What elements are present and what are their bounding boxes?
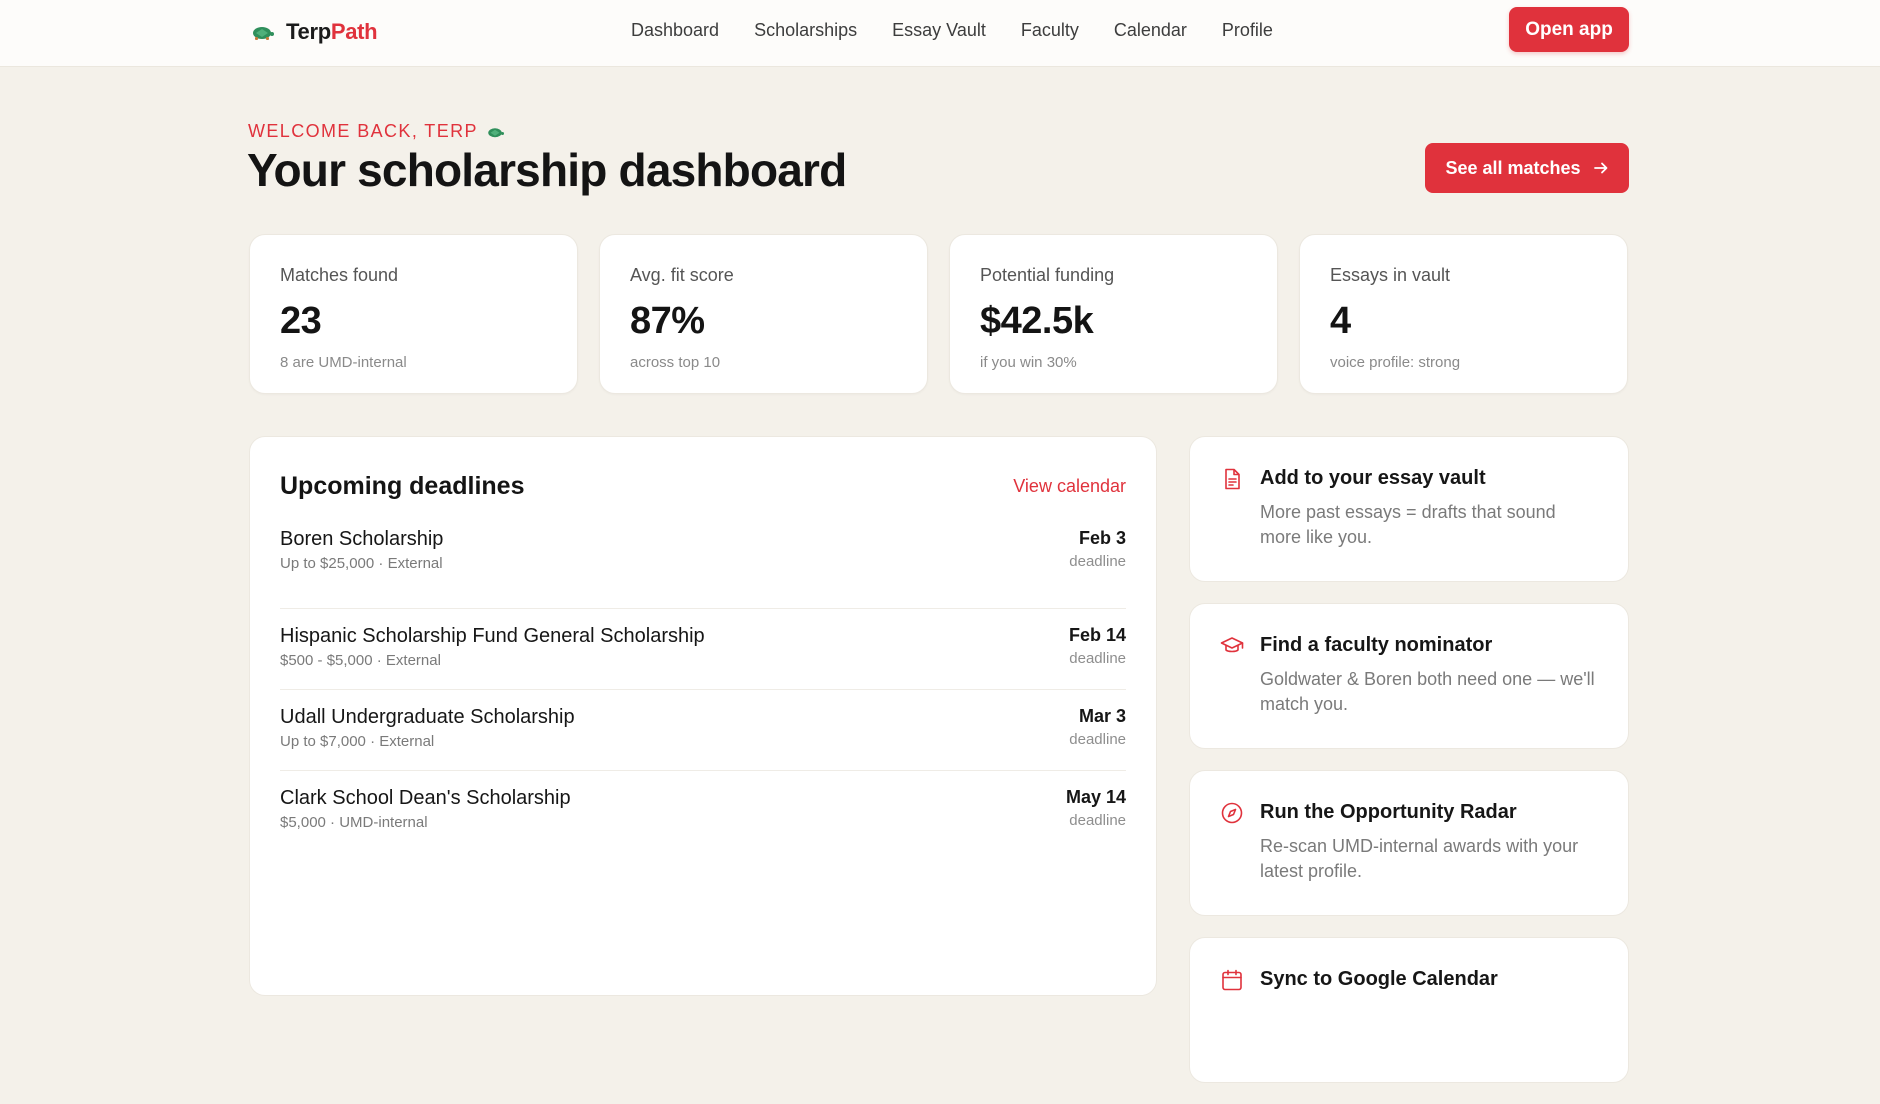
- action-description: Re-scan UMD-internal awards with your la…: [1260, 836, 1579, 881]
- action-title: Sync to Google Calendar: [1260, 968, 1498, 990]
- deadline-tag: deadline: [1069, 731, 1126, 748]
- stat-subtext: if you win 30%: [980, 354, 1077, 371]
- deadline-name: Boren Scholarship: [280, 528, 444, 550]
- stat-value: 23: [280, 300, 322, 342]
- stat-subtext: 8 are UMD-internal: [280, 354, 407, 371]
- stat-label: Matches found: [280, 265, 399, 285]
- action-title: Add to your essay vault: [1260, 467, 1486, 489]
- nav-calendar[interactable]: Calendar: [1114, 20, 1187, 41]
- stat-card-matches: Matches found 23 8 are UMD-internal: [249, 234, 578, 394]
- stat-value: $42.5k: [980, 300, 1094, 342]
- upcoming-deadlines-panel: Upcoming deadlines View calendar Boren S…: [249, 436, 1157, 996]
- deadlines-header: Upcoming deadlines View calendar: [280, 469, 1126, 503]
- top-navbar: TerpPath Dashboard Scholarships Essay Va…: [0, 0, 1880, 67]
- deadline-tag: deadline: [1069, 553, 1126, 570]
- nav-dashboard[interactable]: Dashboard: [631, 20, 719, 41]
- calendar-icon: [1222, 969, 1242, 991]
- deadline-meta: Up to $25,000 · External: [280, 555, 443, 572]
- deadline-row[interactable]: Clark School Dean's Scholarship $5,000 ·…: [280, 771, 1126, 852]
- action-title: Find a faculty nominator: [1260, 634, 1493, 656]
- action-description: More past essays = drafts that sound mor…: [1260, 502, 1556, 547]
- document-icon: [1225, 468, 1240, 490]
- stat-value: 87%: [630, 300, 705, 342]
- deadline-meta: $5,000 · UMD-internal: [280, 814, 428, 831]
- stat-subtext: across top 10: [630, 354, 721, 371]
- deadlines-title: Upcoming deadlines: [280, 471, 525, 500]
- quick-actions-sidebar: Add to your essay vault More past essays…: [1189, 436, 1629, 1104]
- nav-profile[interactable]: Profile: [1222, 20, 1273, 41]
- stat-value: 4: [1330, 300, 1351, 342]
- action-description: Goldwater & Boren both need one — we'll …: [1260, 669, 1595, 714]
- deadline-meta: $500 - $5,000 · External: [280, 652, 441, 669]
- brand-logo[interactable]: TerpPath: [250, 18, 378, 46]
- stat-card-funding: Potential funding $42.5k if you win 30%: [949, 234, 1278, 394]
- see-all-matches-button[interactable]: See all matches: [1425, 143, 1629, 193]
- action-card-opportunity-radar[interactable]: Run the Opportunity Radar Re-scan UMD-in…: [1189, 770, 1629, 916]
- deadline-date: Feb 3: [1078, 528, 1126, 548]
- open-app-button[interactable]: Open app: [1509, 7, 1629, 52]
- welcome-eyebrow: WELCOME BACK, TERP: [248, 121, 504, 142]
- deadline-name: Udall Undergraduate Scholarship: [280, 706, 575, 728]
- deadline-tag: deadline: [1069, 650, 1126, 667]
- deadline-row[interactable]: Hispanic Scholarship Fund General Schola…: [280, 609, 1126, 690]
- deadline-date: Mar 3: [1078, 706, 1126, 726]
- view-calendar-link[interactable]: View calendar: [1013, 476, 1126, 497]
- nav-faculty[interactable]: Faculty: [1021, 20, 1079, 41]
- deadline-row[interactable]: Udall Undergraduate Scholarship Up to $7…: [280, 690, 1126, 771]
- page-title: Your scholarship dashboard: [247, 144, 847, 196]
- see-all-matches-label: See all matches: [1445, 157, 1581, 178]
- stat-label: Essays in vault: [1330, 265, 1451, 285]
- stat-label: Avg. fit score: [630, 265, 734, 285]
- deadline-meta: Up to $7,000 · External: [280, 733, 435, 750]
- action-card-google-calendar[interactable]: Sync to Google Calendar: [1189, 937, 1629, 1083]
- deadline-row[interactable]: Boren Scholarship Up to $25,000 · Extern…: [280, 528, 1126, 609]
- welcome-text: WELCOME BACK, TERP: [248, 121, 478, 141]
- stat-card-essays: Essays in vault 4 voice profile: strong: [1299, 234, 1628, 394]
- deadline-date: Feb 14: [1068, 625, 1126, 645]
- deadline-tag: deadline: [1069, 812, 1126, 829]
- action-title: Run the Opportunity Radar: [1260, 801, 1517, 823]
- brand-name-part1: Terp: [286, 19, 331, 44]
- stat-card-fit-score: Avg. fit score 87% across top 10: [599, 234, 928, 394]
- turtle-icon: [253, 27, 274, 40]
- deadline-name: Clark School Dean's Scholarship: [280, 787, 571, 809]
- deadline-date: May 14: [1065, 787, 1126, 807]
- brand-name-part2: Path: [330, 19, 378, 44]
- action-card-faculty-nominator[interactable]: Find a faculty nominator Goldwater & Bor…: [1189, 603, 1629, 749]
- nav-essay-vault[interactable]: Essay Vault: [892, 20, 986, 41]
- action-card-essay-vault[interactable]: Add to your essay vault More past essays…: [1189, 436, 1629, 582]
- graduation-cap-icon: [1220, 637, 1244, 653]
- arrow-right-icon: [1593, 162, 1607, 174]
- stats-row: Matches found 23 8 are UMD-internal Avg.…: [249, 234, 1628, 394]
- deadlines-list: Boren Scholarship Up to $25,000 · Extern…: [280, 528, 1126, 852]
- nav-scholarships[interactable]: Scholarships: [754, 20, 857, 41]
- deadline-name: Hispanic Scholarship Fund General Schola…: [280, 625, 705, 647]
- compass-icon: [1221, 802, 1243, 824]
- main-nav: Dashboard Scholarships Essay Vault Facul…: [631, 20, 1273, 41]
- turtle-icon: [488, 127, 504, 137]
- stat-subtext: voice profile: strong: [1330, 354, 1461, 371]
- stat-label: Potential funding: [980, 265, 1115, 285]
